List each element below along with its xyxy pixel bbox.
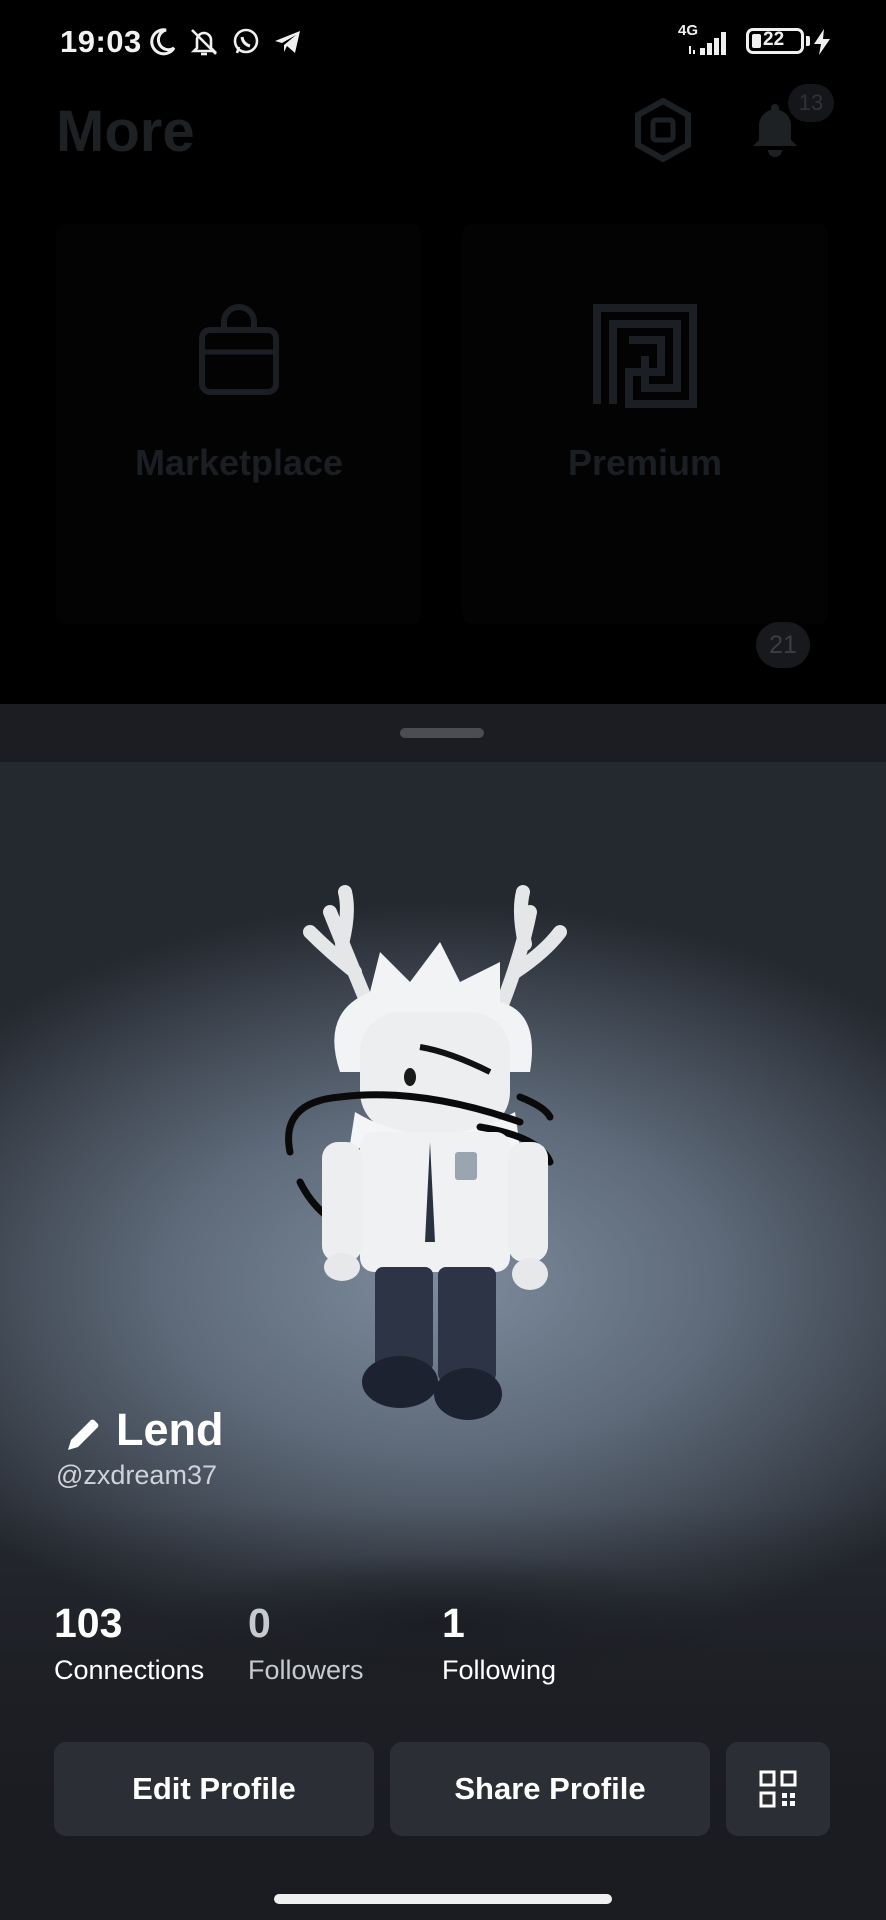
status-bar: 19:03 4G 22 xyxy=(0,0,886,84)
battery-icon: 22 xyxy=(746,28,804,54)
more-page-background: More 13 Marketplace Premium 21 xyxy=(0,84,886,704)
stat-connections[interactable]: 103 Connections xyxy=(54,1600,204,1686)
username: @zxdream37 xyxy=(56,1460,217,1490)
status-time: 19:03 xyxy=(60,24,142,59)
moon-icon xyxy=(150,28,176,56)
edit-profile-button[interactable]: Edit Profile xyxy=(54,1742,374,1836)
tile-count-badge: 21 xyxy=(756,622,810,668)
sheet-handle[interactable] xyxy=(400,728,484,738)
page-title: More xyxy=(56,99,195,164)
stat-following[interactable]: 1 Following xyxy=(442,1600,556,1686)
profile-sheet xyxy=(0,704,886,1920)
qr-code-icon xyxy=(759,1770,797,1808)
signal-icon xyxy=(689,32,726,55)
stat-value: 1 xyxy=(442,1600,465,1646)
robux-icon[interactable] xyxy=(634,98,692,162)
tile-label-premium: Premium xyxy=(567,442,723,483)
notification-count-badge: 13 xyxy=(788,84,834,122)
charging-icon xyxy=(814,29,830,55)
tile-label-marketplace: Marketplace xyxy=(134,442,344,483)
stat-label: Connections xyxy=(54,1655,205,1685)
stat-label: Followers xyxy=(248,1655,364,1685)
tile-marketplace[interactable]: Marketplace xyxy=(56,224,422,624)
bell-off-icon xyxy=(190,29,218,56)
whatsapp-icon xyxy=(233,28,259,54)
avatar-3d-model[interactable] xyxy=(280,882,620,1422)
sheet-drag-area[interactable] xyxy=(0,704,886,762)
qr-code-button[interactable] xyxy=(726,1742,830,1836)
telegram-icon xyxy=(275,31,300,53)
battery-cap xyxy=(806,36,810,46)
stat-label: Following xyxy=(442,1655,557,1685)
pencil-edit-icon[interactable] xyxy=(62,1416,102,1456)
stat-value: 103 xyxy=(54,1600,123,1646)
home-indicator[interactable] xyxy=(274,1894,612,1904)
display-name: Lend xyxy=(116,1404,224,1455)
battery-level: 22 xyxy=(763,29,785,50)
stat-followers[interactable]: 0 Followers xyxy=(248,1600,364,1686)
share-profile-button[interactable]: Share Profile xyxy=(390,1742,710,1836)
shopping-bag-icon xyxy=(199,304,279,395)
premium-icon xyxy=(593,304,697,408)
tile-premium[interactable]: Premium xyxy=(462,224,828,624)
stat-value: 0 xyxy=(248,1600,271,1646)
